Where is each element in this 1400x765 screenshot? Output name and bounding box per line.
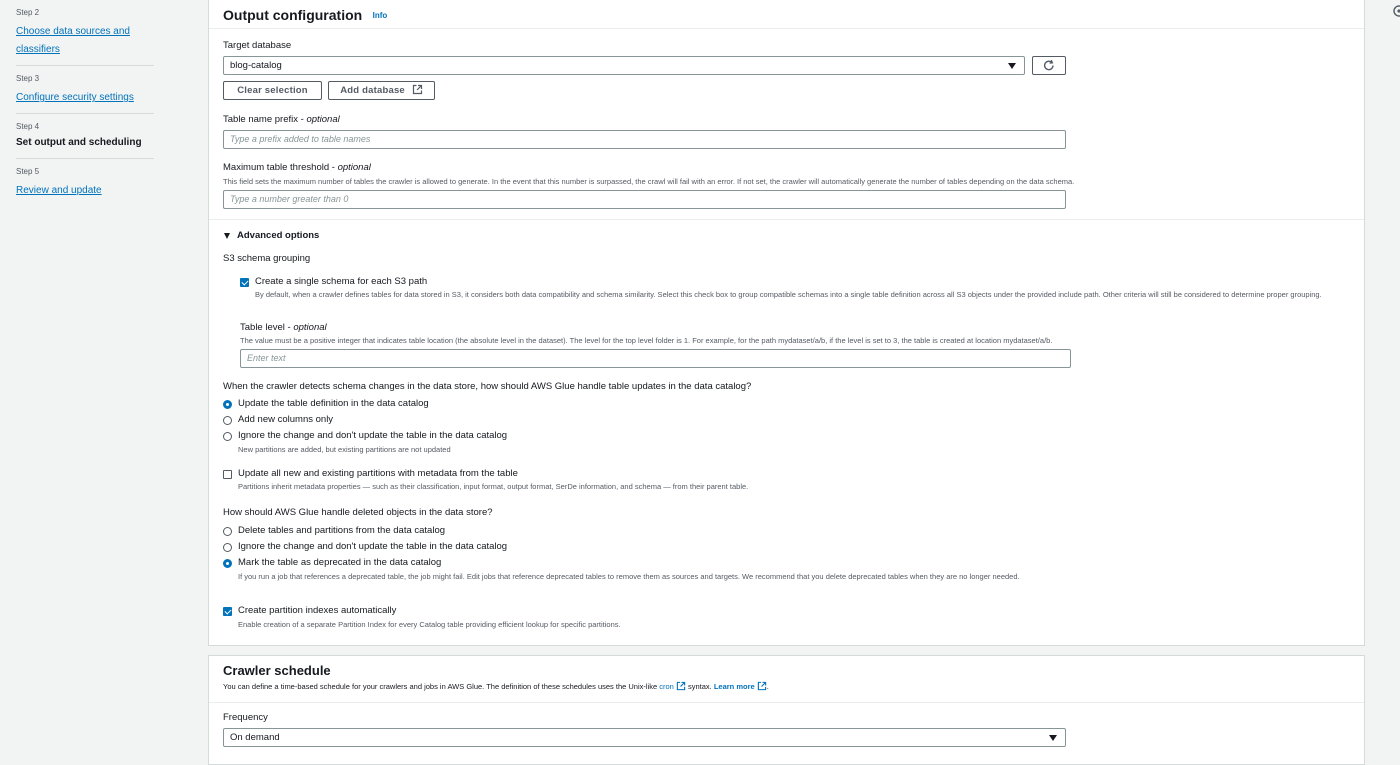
table-level-input[interactable]: Enter text xyxy=(240,349,1071,368)
max-threshold-input[interactable]: Type a number greater than 0 xyxy=(223,190,1066,209)
info-link[interactable]: Info xyxy=(373,11,388,20)
cron-link[interactable]: cron xyxy=(659,682,674,691)
external-link-icon xyxy=(412,84,422,95)
radio-update-table-definition-label: Update the table definition in the data … xyxy=(238,398,429,409)
settings-icon[interactable] xyxy=(1390,4,1400,18)
max-threshold-label-text: Maximum table threshold - xyxy=(223,162,338,173)
step-4-current: Set output and scheduling xyxy=(16,137,142,148)
update-partitions-checkbox[interactable] xyxy=(223,470,232,479)
single-schema-label: Create a single schema for each S3 path xyxy=(255,276,428,287)
step-2-link[interactable]: Choose data sources and classifiers xyxy=(16,26,130,55)
partition-index-description: Enable creation of a separate Partition … xyxy=(238,620,621,629)
target-database-select[interactable]: blog-catalog xyxy=(223,56,1025,75)
refresh-button[interactable] xyxy=(1032,56,1066,75)
step-5: Step 5 Review and update xyxy=(16,159,154,206)
external-link-icon xyxy=(676,681,686,691)
radio-ignore-deletion-label: Ignore the change and don't update the t… xyxy=(238,541,508,552)
radio-ignore-change[interactable] xyxy=(223,432,232,441)
frequency-value: On demand xyxy=(230,732,280,743)
add-database-button[interactable]: Add database xyxy=(328,81,435,100)
step-5-link[interactable]: Review and update xyxy=(16,185,102,196)
chevron-down-icon xyxy=(1049,735,1057,741)
schedule-title: Crawler schedule xyxy=(223,663,331,678)
panel-header: Output configuration Info xyxy=(209,0,1364,29)
step-5-number: Step 5 xyxy=(16,167,40,176)
schedule-desc-pre: You can define a time-based schedule for… xyxy=(223,682,660,691)
step-4: Step 4 Set output and scheduling xyxy=(16,114,154,159)
radio-ignore-deletion[interactable] xyxy=(223,543,232,552)
external-link-icon xyxy=(757,681,766,691)
divider xyxy=(209,702,1364,703)
deleted-objects-question: How should AWS Glue handle deleted objec… xyxy=(223,507,493,518)
table-prefix-label: Table name prefix - optional xyxy=(223,114,340,125)
refresh-icon xyxy=(1043,59,1054,71)
schema-change-question: When the crawler detects schema changes … xyxy=(223,381,752,392)
schedule-desc-end: . xyxy=(766,682,769,691)
crawler-schedule-panel: Crawler schedule You can define a time-b… xyxy=(208,655,1365,765)
output-configuration-panel: Output configuration Info Target databas… xyxy=(208,0,1365,646)
step-4-number: Step 4 xyxy=(16,122,40,131)
schedule-desc-mid: syntax. xyxy=(685,682,714,691)
max-threshold-label: Maximum table threshold - optional xyxy=(223,162,371,173)
chevron-down-icon xyxy=(1008,63,1016,69)
table-prefix-input[interactable]: Type a prefix added to table names xyxy=(223,130,1066,149)
table-level-label-text: Table level - xyxy=(240,322,294,333)
divider xyxy=(209,219,1364,220)
wizard-steps-nav: Step 2 Choose data sources and classifie… xyxy=(0,0,168,758)
radio-add-new-columns-label: Add new columns only xyxy=(238,414,334,425)
table-level-label: Table level - optional xyxy=(240,322,327,333)
table-prefix-label-text: Table name prefix - xyxy=(223,114,307,125)
step-2: Step 2 Choose data sources and classifie… xyxy=(16,0,154,66)
step-3-number: Step 3 xyxy=(16,74,40,83)
target-database-label: Target database xyxy=(223,40,292,51)
schedule-description: You can define a time-based schedule for… xyxy=(223,681,769,692)
advanced-options-label: Advanced options xyxy=(237,230,320,241)
step-3-link[interactable]: Configure security settings xyxy=(16,92,134,103)
radio-mark-deprecated-description: If you run a job that references a depre… xyxy=(238,572,1020,581)
frequency-select[interactable]: On demand xyxy=(223,728,1066,747)
step-2-number: Step 2 xyxy=(16,8,40,17)
frequency-label: Frequency xyxy=(223,712,268,723)
radio-ignore-change-label: Ignore the change and don't update the t… xyxy=(238,430,508,441)
max-threshold-optional: optional xyxy=(337,162,371,173)
caret-down-icon xyxy=(224,233,230,239)
radio-delete-tables[interactable] xyxy=(223,527,232,536)
update-partitions-label: Update all new and existing partitions w… xyxy=(238,468,518,479)
radio-ignore-change-description: New partitions are added, but existing p… xyxy=(238,445,451,454)
radio-mark-deprecated-label: Mark the table as deprecated in the data… xyxy=(238,557,442,568)
partition-index-checkbox[interactable] xyxy=(223,607,232,616)
radio-update-table-definition[interactable] xyxy=(223,400,232,409)
radio-delete-tables-label: Delete tables and partitions from the da… xyxy=(238,525,446,536)
add-database-label: Add database xyxy=(340,85,405,96)
s3-grouping-label: S3 schema grouping xyxy=(223,253,311,264)
panel-title: Output configuration xyxy=(223,7,363,23)
table-prefix-optional: optional xyxy=(306,114,340,125)
max-threshold-description: This field sets the maximum number of ta… xyxy=(223,177,1075,186)
radio-add-new-columns[interactable] xyxy=(223,416,232,425)
step-3: Step 3 Configure security settings xyxy=(16,66,154,114)
table-level-optional: optional xyxy=(293,322,327,333)
single-schema-checkbox[interactable] xyxy=(240,278,249,287)
partition-index-label: Create partition indexes automatically xyxy=(238,605,397,616)
target-database-value: blog-catalog xyxy=(230,60,282,71)
single-schema-description: By default, when a crawler defines table… xyxy=(255,290,1322,299)
clear-selection-button[interactable]: Clear selection xyxy=(223,81,322,100)
update-partitions-description: Partitions inherit metadata properties —… xyxy=(238,482,749,491)
learn-more-link[interactable]: Learn more xyxy=(714,682,755,691)
table-level-description: The value must be a positive integer tha… xyxy=(240,336,1053,345)
radio-mark-deprecated[interactable] xyxy=(223,559,232,568)
